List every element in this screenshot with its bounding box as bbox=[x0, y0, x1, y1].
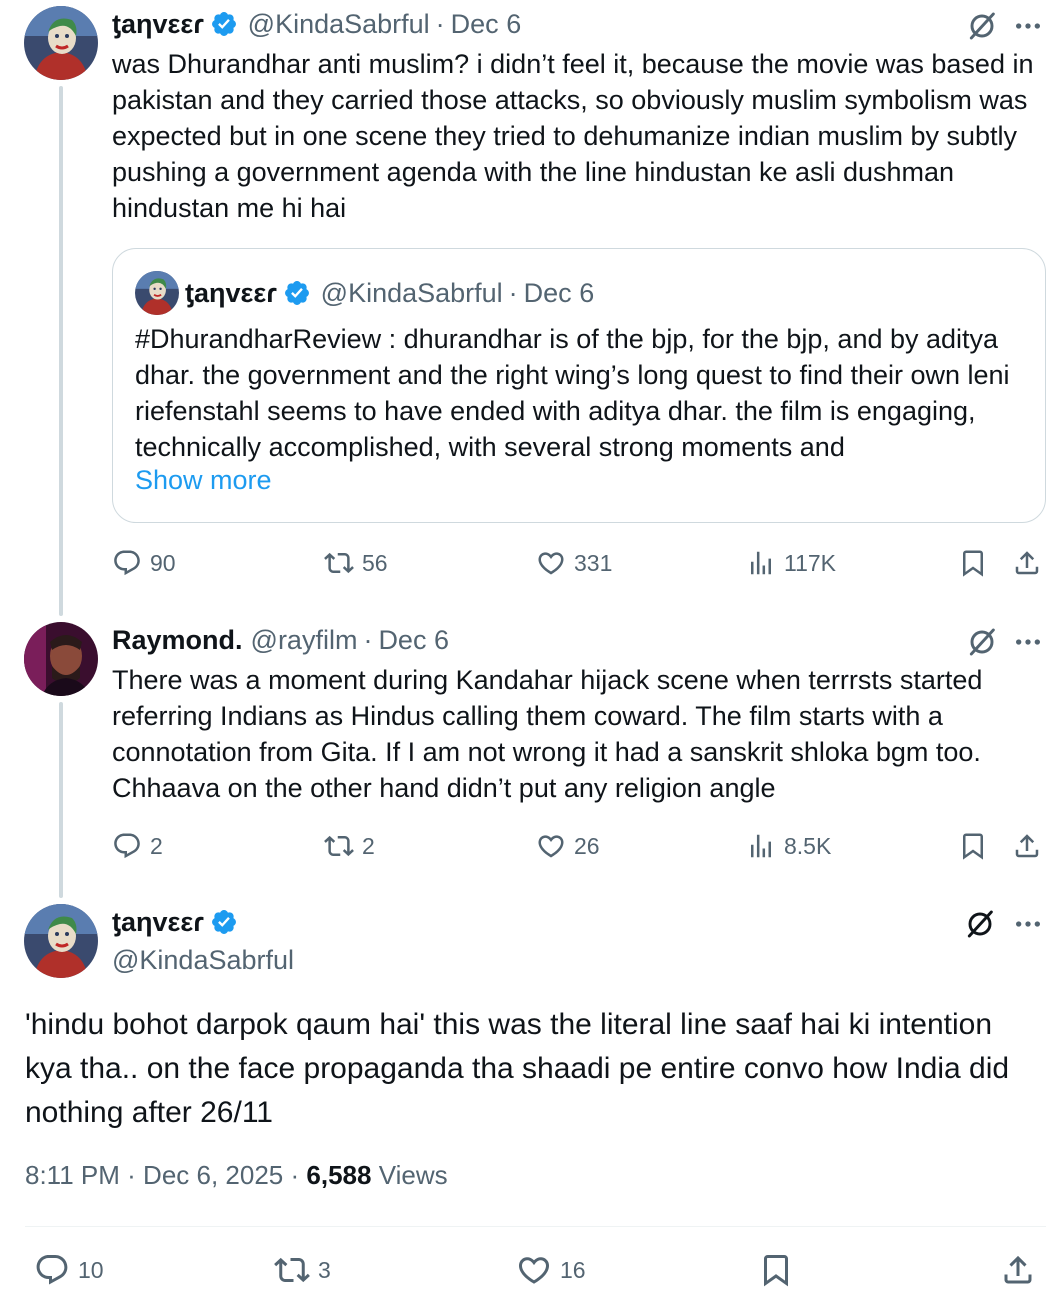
bookmark-icon bbox=[958, 548, 988, 578]
separator-dot: · bbox=[508, 277, 518, 308]
share-button[interactable] bbox=[1000, 1252, 1036, 1288]
share-button[interactable] bbox=[1012, 548, 1042, 578]
bookmark-button[interactable] bbox=[958, 831, 988, 861]
divider bbox=[25, 1226, 1046, 1227]
avatar[interactable] bbox=[24, 904, 98, 978]
repost-count: 56 bbox=[362, 549, 388, 576]
more-icon[interactable] bbox=[1012, 908, 1044, 940]
quoted-tweet[interactable]: ƫaηvεεɾ @KindaSabrful · Dec 6 #Dhurandha… bbox=[112, 248, 1046, 523]
repost-icon bbox=[324, 548, 354, 578]
reply-button[interactable]: 10 bbox=[34, 1252, 104, 1288]
timestamp: Dec 6 bbox=[523, 277, 595, 308]
grok-icon[interactable] bbox=[966, 626, 998, 658]
handle[interactable]: @rayfilm bbox=[251, 625, 358, 656]
quote-header: ƫaηvεεɾ @KindaSabrful · Dec 6 bbox=[185, 275, 594, 311]
share-icon bbox=[1012, 831, 1042, 861]
repost-button[interactable]: 56 bbox=[324, 548, 388, 578]
post-time[interactable]: 8:11 PM bbox=[25, 1160, 120, 1190]
views-label: Views bbox=[378, 1160, 448, 1190]
handle-row: @KindaSabrful bbox=[112, 942, 294, 978]
verified-icon bbox=[210, 908, 238, 936]
views-icon bbox=[746, 548, 776, 578]
grok-icon[interactable] bbox=[966, 10, 998, 42]
show-more-link[interactable]: Show more bbox=[135, 465, 272, 496]
reply-count: 90 bbox=[150, 549, 176, 576]
tweet-meta: 8:11 PM · Dec 6, 2025 · 6,588 Views bbox=[25, 1160, 448, 1191]
tweet-text: was Dhurandhar anti muslim? i didn’t fee… bbox=[112, 49, 1034, 223]
share-icon bbox=[1000, 1252, 1036, 1288]
thread-connector bbox=[59, 702, 63, 898]
repost-count: 2 bbox=[362, 832, 375, 859]
repost-button[interactable]: 2 bbox=[324, 831, 375, 861]
share-button[interactable] bbox=[1012, 831, 1042, 861]
like-icon bbox=[536, 831, 566, 861]
like-icon bbox=[516, 1252, 552, 1288]
like-count: 331 bbox=[574, 549, 613, 576]
more-icon[interactable] bbox=[1012, 626, 1044, 658]
timestamp[interactable]: Dec 6 bbox=[378, 625, 449, 656]
tweet-header: ƫaηvεεɾ @KindaSabrful · Dec 6 bbox=[112, 6, 521, 42]
bookmark-button[interactable] bbox=[758, 1252, 794, 1288]
tweet-text: There was a moment during Kandahar hijac… bbox=[112, 665, 983, 803]
bookmark-button[interactable] bbox=[958, 548, 988, 578]
views-icon bbox=[746, 831, 776, 861]
like-button[interactable]: 16 bbox=[516, 1252, 586, 1288]
avatar[interactable] bbox=[24, 622, 98, 696]
views-button[interactable]: 8.5K bbox=[746, 831, 831, 861]
like-icon bbox=[536, 548, 566, 578]
avatar bbox=[135, 271, 179, 315]
verified-icon bbox=[283, 279, 311, 307]
grok-icon[interactable] bbox=[964, 908, 996, 940]
display-name: ƫaηvεεɾ bbox=[185, 277, 277, 308]
handle[interactable]: @KindaSabrful bbox=[248, 9, 430, 40]
quote-text: #DhurandharReview : dhurandhar is of the… bbox=[135, 324, 1010, 462]
post-date[interactable]: Dec 6, 2025 bbox=[143, 1160, 283, 1190]
timestamp[interactable]: Dec 6 bbox=[451, 9, 522, 40]
tweet-text: 'hindu bohot darpok qaum hai' this was t… bbox=[25, 1008, 1010, 1129]
like-button[interactable]: 26 bbox=[536, 831, 600, 861]
handle[interactable]: @KindaSabrful bbox=[112, 945, 294, 976]
repost-icon bbox=[324, 831, 354, 861]
repost-count: 3 bbox=[318, 1256, 331, 1283]
display-name[interactable]: ƫaηvεεɾ bbox=[112, 907, 204, 938]
reply-button[interactable]: 2 bbox=[112, 831, 163, 861]
separator-dot: · bbox=[363, 624, 373, 655]
reply-icon bbox=[34, 1252, 70, 1288]
verified-icon bbox=[210, 10, 238, 38]
reply-count: 2 bbox=[150, 832, 163, 859]
separator-dot: · bbox=[435, 8, 445, 39]
views-count: 8.5K bbox=[784, 832, 832, 859]
reply-button[interactable]: 90 bbox=[112, 548, 176, 578]
views-count: 117K bbox=[784, 549, 837, 576]
reply-icon bbox=[112, 548, 142, 578]
like-count: 26 bbox=[574, 832, 600, 859]
thread-connector bbox=[59, 86, 63, 616]
tweet-header: ƫaηvεεɾ bbox=[112, 904, 248, 940]
views-button[interactable]: 117K bbox=[746, 548, 836, 578]
repost-icon bbox=[274, 1252, 310, 1288]
repost-button[interactable]: 3 bbox=[274, 1252, 331, 1288]
tweet-header: Raymond. @rayfilm · Dec 6 bbox=[112, 622, 449, 658]
more-icon[interactable] bbox=[1012, 10, 1044, 42]
like-button[interactable]: 331 bbox=[536, 548, 612, 578]
bookmark-icon bbox=[758, 1252, 794, 1288]
display-name[interactable]: ƫaηvεεɾ bbox=[112, 9, 204, 40]
avatar[interactable] bbox=[24, 6, 98, 80]
share-icon bbox=[1012, 548, 1042, 578]
views-count: 6,588 bbox=[306, 1160, 372, 1190]
reply-icon bbox=[112, 831, 142, 861]
bookmark-icon bbox=[958, 831, 988, 861]
like-count: 16 bbox=[560, 1256, 586, 1283]
separator-dot: · bbox=[290, 1160, 300, 1190]
reply-count: 10 bbox=[78, 1256, 104, 1283]
display-name[interactable]: Raymond. bbox=[112, 625, 243, 656]
handle: @KindaSabrful bbox=[320, 277, 503, 308]
separator-dot: · bbox=[127, 1160, 136, 1190]
